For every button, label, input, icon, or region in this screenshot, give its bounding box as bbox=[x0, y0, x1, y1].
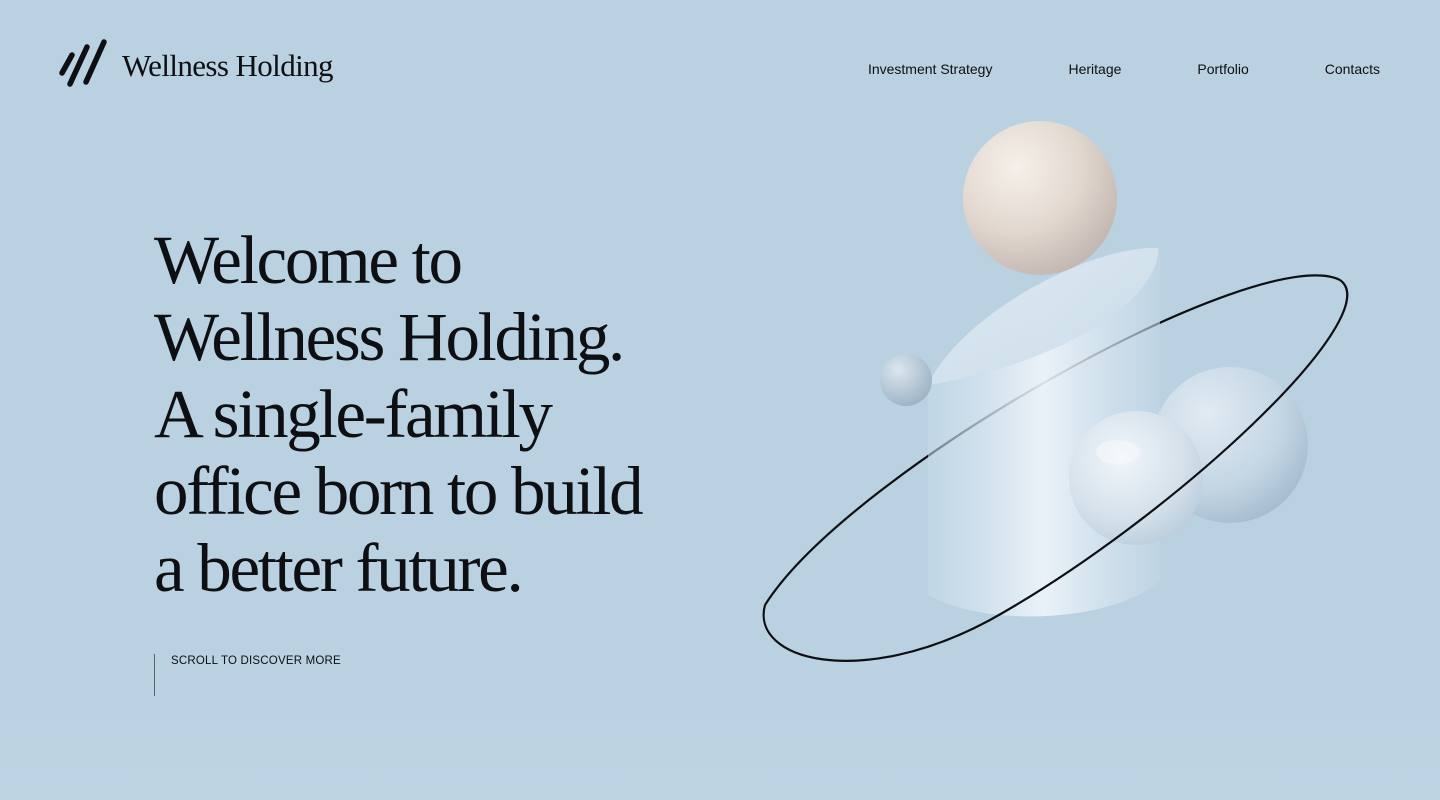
brand-logo-link[interactable]: Wellness Holding bbox=[58, 38, 334, 92]
hero-heading: Welcome to Wellness Holding. A single-fa… bbox=[154, 222, 794, 607]
hero-line: office born to build bbox=[154, 453, 644, 529]
small-blue-sphere bbox=[880, 354, 932, 406]
hero-line: A single-family bbox=[154, 376, 553, 452]
hero-3d-illustration bbox=[762, 121, 1349, 662]
nav-item-contacts[interactable]: Contacts bbox=[1325, 60, 1380, 78]
hero-line: Wellness Holding. bbox=[154, 299, 625, 375]
glass-sphere bbox=[1069, 411, 1203, 545]
slash-marks-logo-icon bbox=[59, 39, 107, 87]
glass-sphere-highlight bbox=[1096, 440, 1140, 464]
hero-line: Welcome to bbox=[154, 222, 463, 298]
nav-item-investment-strategy[interactable]: Investment Strategy bbox=[868, 60, 993, 78]
nav-item-heritage[interactable]: Heritage bbox=[1068, 60, 1121, 78]
nav-item-portfolio[interactable]: Portfolio bbox=[1197, 60, 1248, 78]
main-nav: Investment Strategy Heritage Portfolio C… bbox=[868, 60, 1380, 78]
brand-name: Wellness Holding bbox=[122, 47, 334, 83]
hero-line: a better future. bbox=[154, 530, 524, 606]
scroll-discover-link[interactable]: SCROLL TO DISCOVER MORE bbox=[171, 655, 341, 667]
scroll-indicator-line bbox=[154, 654, 155, 696]
beige-sphere bbox=[963, 121, 1117, 275]
